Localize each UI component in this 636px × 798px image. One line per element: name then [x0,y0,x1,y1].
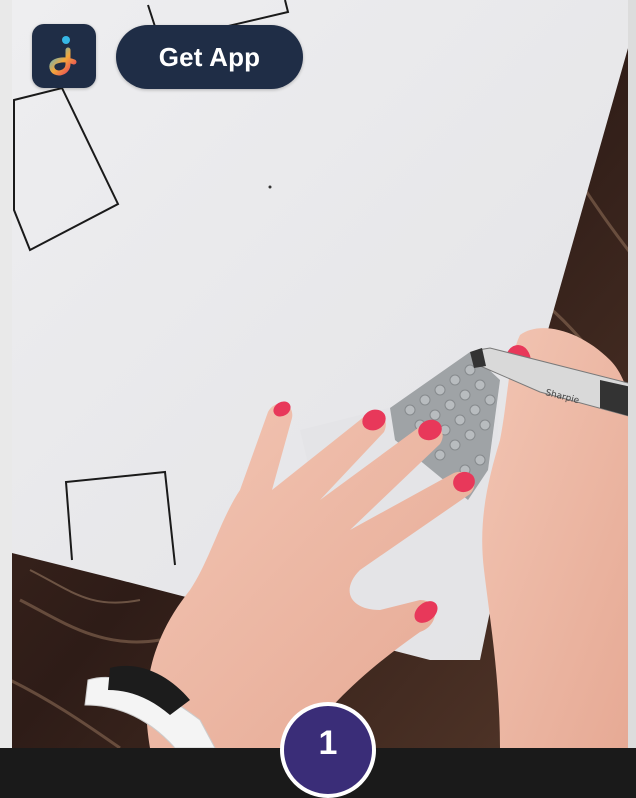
scene-image: Sharpie [0,0,636,748]
jumprope-app-icon [49,36,77,76]
pen-dot [268,185,272,189]
frame-edge-right [628,0,636,748]
video-frame: Sharpie [0,0,636,748]
frame-edge-left [0,0,12,748]
get-app-button[interactable]: Get App [116,25,303,89]
step-number-badge: 1 [280,702,376,798]
app-icon[interactable] [32,24,96,88]
step-number-label: 1 [318,724,338,762]
